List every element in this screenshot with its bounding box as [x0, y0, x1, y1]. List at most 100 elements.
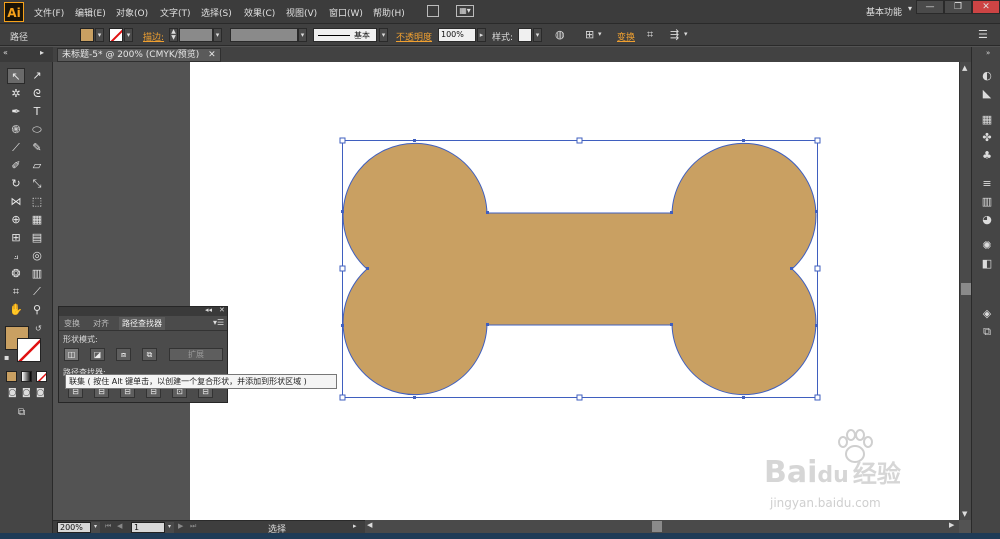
- default-colors-icon[interactable]: ▪: [4, 353, 9, 362]
- swatches-panel-icon[interactable]: ▦: [980, 113, 994, 127]
- mesh-tool-icon[interactable]: ⊞: [7, 230, 25, 246]
- handle-middle-right[interactable]: [814, 265, 821, 272]
- symbol-sprayer-tool-icon[interactable]: ❂: [7, 266, 25, 282]
- zoom-dropdown[interactable]: ▾: [91, 522, 100, 533]
- gradient-panel-icon[interactable]: ▥: [980, 195, 994, 209]
- ellipse-tool-icon[interactable]: ⬭: [28, 122, 46, 138]
- layers-panel-icon[interactable]: ◈: [980, 307, 994, 321]
- close-panel-icon[interactable]: ✕: [219, 306, 225, 314]
- handle-top-center[interactable]: [576, 137, 583, 144]
- color-mode-icon[interactable]: [6, 371, 17, 382]
- appearance-panel-icon[interactable]: ✺: [980, 239, 994, 253]
- anchor-point: [790, 267, 793, 270]
- swap-fill-stroke-icon[interactable]: ↺: [35, 324, 42, 333]
- zoom-tool-icon[interactable]: ⚲: [28, 302, 46, 318]
- tab-transform[interactable]: 变换: [61, 317, 83, 330]
- selection-tool-icon[interactable]: ↖: [7, 68, 25, 84]
- handle-bottom-left[interactable]: [339, 394, 346, 401]
- eraser-tool-icon[interactable]: ▱: [28, 158, 46, 174]
- anchor-point: [486, 211, 489, 214]
- direct-selection-tool-icon[interactable]: ↗: [28, 68, 46, 84]
- tab-align[interactable]: 对齐: [90, 317, 112, 330]
- hand-tool-icon[interactable]: ✋: [7, 302, 25, 318]
- bone-shape[interactable]: [342, 142, 817, 396]
- symbols-panel-icon[interactable]: ♣: [980, 149, 994, 163]
- handle-top-left[interactable]: [339, 137, 346, 144]
- horizontal-scroll-thumb[interactable]: [652, 521, 662, 532]
- vertical-scrollbar[interactable]: ▲ ▼: [959, 62, 971, 520]
- anchor-point: [341, 324, 344, 327]
- anchor-point: [670, 323, 673, 326]
- anchor-point: [742, 139, 745, 142]
- stroke-color-box[interactable]: [17, 338, 41, 362]
- blob-brush-tool-icon[interactable]: ✐: [7, 158, 25, 174]
- none-mode-icon[interactable]: [36, 371, 47, 382]
- anchor-point: [486, 323, 489, 326]
- anchor-point: [670, 211, 673, 214]
- panel-title-bar[interactable]: ◂◂ ✕: [59, 306, 227, 316]
- draw-inside-icon[interactable]: ◙: [36, 388, 45, 398]
- artboard-dropdown[interactable]: ▾: [165, 522, 174, 533]
- collapse-panel-icon[interactable]: ◂◂: [205, 306, 212, 314]
- lasso-tool-icon[interactable]: ᘓ: [28, 86, 46, 102]
- watermark-brand: Bai: [764, 455, 818, 490]
- gradient-mode-icon[interactable]: [21, 371, 32, 382]
- expand-dock-icon[interactable]: »: [986, 49, 990, 57]
- first-artboard-icon[interactable]: ⏮: [105, 522, 111, 531]
- graphic-styles-panel-icon[interactable]: ◧: [980, 257, 994, 271]
- perspective-grid-tool-icon[interactable]: ▦: [28, 212, 46, 228]
- last-artboard-icon[interactable]: ⏭: [190, 522, 196, 531]
- rotate-tool-icon[interactable]: ↻: [7, 176, 25, 192]
- eyedropper-tool-icon[interactable]: ⟓: [7, 248, 25, 264]
- exclude-button[interactable]: ⧉: [142, 348, 157, 361]
- artboards-panel-icon[interactable]: ⧉: [980, 325, 994, 339]
- column-graph-tool-icon[interactable]: ▥: [28, 266, 46, 282]
- color-panel-icon[interactable]: ◐: [980, 69, 994, 83]
- expand-button[interactable]: 扩展: [169, 348, 223, 361]
- paintbrush-tool-icon[interactable]: ⟋: [7, 140, 25, 156]
- vertical-scroll-thumb[interactable]: [961, 283, 971, 295]
- watermark-cn: 经验: [852, 460, 901, 488]
- handle-middle-left[interactable]: [339, 265, 346, 272]
- artboard-tool-icon[interactable]: ⌗: [7, 284, 25, 300]
- previous-artboard-icon[interactable]: ◀: [117, 522, 122, 530]
- tab-pathfinder[interactable]: 路径查找器: [119, 317, 165, 330]
- scroll-down-icon[interactable]: ▼: [962, 510, 967, 518]
- panel-options-icon[interactable]: ▾☰: [213, 318, 224, 327]
- none-slash-icon: [37, 372, 46, 381]
- shape-modes-label: 形状模式:: [63, 335, 98, 344]
- stroke-panel-icon[interactable]: ≡: [980, 177, 994, 191]
- status-menu-icon[interactable]: ▸: [353, 522, 357, 530]
- artboard-number-field[interactable]: 1: [131, 522, 165, 533]
- right-panel-dock: » ◐ ◣ ▦ ✤ ♣ ≡ ▥ ◕ ✺ ◧ ◈ ⧉: [971, 47, 1000, 539]
- anchor-point: [341, 210, 344, 213]
- shape-builder-tool-icon[interactable]: ⊕: [7, 212, 25, 228]
- type-tool-icon[interactable]: T: [28, 104, 46, 120]
- handle-bottom-center[interactable]: [576, 394, 583, 401]
- handle-bottom-right[interactable]: [814, 394, 821, 401]
- color-guide-icon[interactable]: ◣: [980, 87, 994, 101]
- slice-tool-icon[interactable]: ⟋: [28, 284, 46, 300]
- scroll-up-icon[interactable]: ▲: [962, 64, 967, 72]
- spiral-tool-icon[interactable]: ֍: [7, 122, 25, 138]
- pen-tool-icon[interactable]: ✒: [7, 104, 25, 120]
- width-tool-icon[interactable]: ⋈: [7, 194, 25, 210]
- unite-button[interactable]: ◫: [64, 348, 79, 361]
- scale-tool-icon[interactable]: ⤡: [28, 176, 46, 192]
- next-artboard-icon[interactable]: ▶: [178, 522, 183, 530]
- draw-normal-icon[interactable]: ◙: [8, 388, 17, 398]
- brushes-panel-icon[interactable]: ✤: [980, 131, 994, 145]
- scroll-left-icon[interactable]: ◀: [367, 521, 372, 529]
- screen-mode-icon[interactable]: ⧉: [18, 407, 25, 418]
- blend-tool-icon[interactable]: ◎: [28, 248, 46, 264]
- gradient-tool-icon[interactable]: ▤: [28, 230, 46, 246]
- magic-wand-tool-icon[interactable]: ✲: [7, 86, 25, 102]
- handle-top-right[interactable]: [814, 137, 821, 144]
- draw-behind-icon[interactable]: ◙: [22, 388, 31, 398]
- transparency-panel-icon[interactable]: ◕: [980, 213, 994, 227]
- pencil-tool-icon[interactable]: ✎: [28, 140, 46, 156]
- zoom-field[interactable]: 200%: [57, 522, 91, 533]
- minus-front-button[interactable]: ◪: [90, 348, 105, 361]
- free-transform-tool-icon[interactable]: ⬚: [28, 194, 46, 210]
- intersect-button[interactable]: ⧈: [116, 348, 131, 361]
